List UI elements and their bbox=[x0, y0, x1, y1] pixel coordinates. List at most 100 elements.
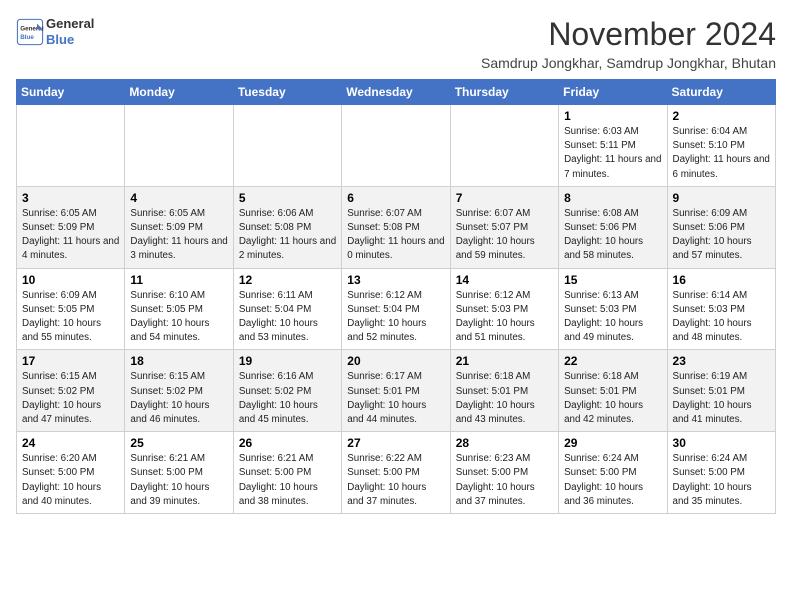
calendar-cell bbox=[450, 105, 558, 187]
day-info: Sunrise: 6:24 AM Sunset: 5:00 PM Dayligh… bbox=[564, 452, 661, 509]
day-info: Sunrise: 6:12 AM Sunset: 5:03 PM Dayligh… bbox=[456, 289, 553, 346]
day-number: 22 bbox=[564, 354, 661, 368]
calendar-cell bbox=[342, 105, 450, 187]
day-info: Sunrise: 6:21 AM Sunset: 5:00 PM Dayligh… bbox=[239, 452, 336, 509]
day-number: 28 bbox=[456, 436, 553, 450]
calendar-cell: 30 Sunrise: 6:24 AM Sunset: 5:00 PM Dayli… bbox=[667, 432, 775, 514]
calendar-cell bbox=[125, 105, 233, 187]
weekday-header: Friday bbox=[559, 80, 667, 105]
day-number: 18 bbox=[130, 354, 227, 368]
day-info: Sunrise: 6:15 AM Sunset: 5:02 PM Dayligh… bbox=[22, 370, 119, 427]
month-title: November 2024 bbox=[481, 16, 776, 53]
day-info: Sunrise: 6:23 AM Sunset: 5:00 PM Dayligh… bbox=[456, 452, 553, 509]
calendar-cell: 12Sunrise: 6:11 AM Sunset: 5:04 PM Dayli… bbox=[233, 268, 341, 350]
title-block: November 2024 Samdrup Jongkhar, Samdrup … bbox=[481, 16, 776, 71]
day-number: 7 bbox=[456, 191, 553, 205]
day-number: 26 bbox=[239, 436, 336, 450]
calendar-cell: 9Sunrise: 6:09 AM Sunset: 5:06 PM Daylig… bbox=[667, 186, 775, 268]
weekday-header: Tuesday bbox=[233, 80, 341, 105]
calendar-cell: 27Sunrise: 6:22 AM Sunset: 5:00 PM Dayli… bbox=[342, 432, 450, 514]
day-info: Sunrise: 6:06 AM Sunset: 5:08 PM Dayligh… bbox=[239, 207, 336, 264]
calendar-cell: 15Sunrise: 6:13 AM Sunset: 5:03 PM Dayli… bbox=[559, 268, 667, 350]
day-number: 10 bbox=[22, 273, 119, 287]
day-info: Sunrise: 6:15 AM Sunset: 5:02 PM Dayligh… bbox=[130, 370, 227, 427]
calendar-cell: 6 Sunrise: 6:07 AM Sunset: 5:08 PM Daylig… bbox=[342, 186, 450, 268]
calendar-cell: 13Sunrise: 6:12 AM Sunset: 5:04 PM Dayli… bbox=[342, 268, 450, 350]
calendar-cell: 20 Sunrise: 6:17 AM Sunset: 5:01 PM Dayli… bbox=[342, 350, 450, 432]
day-number: 8 bbox=[564, 191, 661, 205]
calendar-cell: 16 Sunrise: 6:14 AM Sunset: 5:03 PM Dayli… bbox=[667, 268, 775, 350]
logo: General Blue General Blue bbox=[16, 16, 94, 47]
day-info: Sunrise: 6:09 AM Sunset: 5:05 PM Dayligh… bbox=[22, 289, 119, 346]
calendar-week-row: 10 Sunrise: 6:09 AM Sunset: 5:05 PM Dayli… bbox=[17, 268, 776, 350]
day-number: 1 bbox=[564, 109, 661, 123]
calendar-cell: 2 Sunrise: 6:04 AM Sunset: 5:10 PM Daylig… bbox=[667, 105, 775, 187]
day-info: Sunrise: 6:17 AM Sunset: 5:01 PM Dayligh… bbox=[347, 370, 444, 427]
day-info: Sunrise: 6:18 AM Sunset: 5:01 PM Dayligh… bbox=[564, 370, 661, 427]
day-number: 17 bbox=[22, 354, 119, 368]
svg-text:Blue: Blue bbox=[20, 34, 34, 41]
day-number: 27 bbox=[347, 436, 444, 450]
day-number: 23 bbox=[673, 354, 770, 368]
day-number: 30 bbox=[673, 436, 770, 450]
day-info: Sunrise: 6:24 AM Sunset: 5:00 PM Dayligh… bbox=[673, 452, 770, 509]
calendar-cell bbox=[17, 105, 125, 187]
day-number: 24 bbox=[22, 436, 119, 450]
day-info: Sunrise: 6:16 AM Sunset: 5:02 PM Dayligh… bbox=[239, 370, 336, 427]
calendar-cell: 1 Sunrise: 6:03 AM Sunset: 5:11 PM Daylig… bbox=[559, 105, 667, 187]
day-info: Sunrise: 6:20 AM Sunset: 5:00 PM Dayligh… bbox=[22, 452, 119, 509]
calendar-table: SundayMondayTuesdayWednesdayThursdayFrid… bbox=[16, 79, 776, 514]
day-info: Sunrise: 6:08 AM Sunset: 5:06 PM Dayligh… bbox=[564, 207, 661, 264]
day-number: 19 bbox=[239, 354, 336, 368]
day-info: Sunrise: 6:03 AM Sunset: 5:11 PM Dayligh… bbox=[564, 125, 661, 182]
day-number: 2 bbox=[673, 109, 770, 123]
calendar-week-row: 3Sunrise: 6:05 AM Sunset: 5:09 PM Daylig… bbox=[17, 186, 776, 268]
day-info: Sunrise: 6:07 AM Sunset: 5:08 PM Dayligh… bbox=[347, 207, 444, 264]
calendar-cell: 5 Sunrise: 6:06 AM Sunset: 5:08 PM Daylig… bbox=[233, 186, 341, 268]
day-info: Sunrise: 6:18 AM Sunset: 5:01 PM Dayligh… bbox=[456, 370, 553, 427]
calendar-cell: 8 Sunrise: 6:08 AM Sunset: 5:06 PM Daylig… bbox=[559, 186, 667, 268]
calendar-cell: 22 Sunrise: 6:18 AM Sunset: 5:01 PM Dayli… bbox=[559, 350, 667, 432]
day-number: 6 bbox=[347, 191, 444, 205]
calendar-cell: 29 Sunrise: 6:24 AM Sunset: 5:00 PM Dayli… bbox=[559, 432, 667, 514]
page-header: General Blue General Blue November 2024 … bbox=[16, 16, 776, 71]
day-info: Sunrise: 6:05 AM Sunset: 5:09 PM Dayligh… bbox=[130, 207, 227, 264]
calendar-cell: 7Sunrise: 6:07 AM Sunset: 5:07 PM Daylig… bbox=[450, 186, 558, 268]
logo-icon: General Blue bbox=[16, 18, 44, 46]
calendar-cell: 24 Sunrise: 6:20 AM Sunset: 5:00 PM Dayli… bbox=[17, 432, 125, 514]
calendar-week-row: 24 Sunrise: 6:20 AM Sunset: 5:00 PM Dayli… bbox=[17, 432, 776, 514]
calendar-cell: 18 Sunrise: 6:15 AM Sunset: 5:02 PM Dayli… bbox=[125, 350, 233, 432]
day-info: Sunrise: 6:19 AM Sunset: 5:01 PM Dayligh… bbox=[673, 370, 770, 427]
day-number: 20 bbox=[347, 354, 444, 368]
calendar-cell: 28 Sunrise: 6:23 AM Sunset: 5:00 PM Dayli… bbox=[450, 432, 558, 514]
calendar-cell: 10 Sunrise: 6:09 AM Sunset: 5:05 PM Dayli… bbox=[17, 268, 125, 350]
logo-line1: General bbox=[46, 16, 94, 32]
calendar-cell: 21Sunrise: 6:18 AM Sunset: 5:01 PM Dayli… bbox=[450, 350, 558, 432]
weekday-header: Wednesday bbox=[342, 80, 450, 105]
calendar-week-row: 17 Sunrise: 6:15 AM Sunset: 5:02 PM Dayli… bbox=[17, 350, 776, 432]
calendar-cell: 19 Sunrise: 6:16 AM Sunset: 5:02 PM Dayli… bbox=[233, 350, 341, 432]
calendar-week-row: 1 Sunrise: 6:03 AM Sunset: 5:11 PM Daylig… bbox=[17, 105, 776, 187]
day-info: Sunrise: 6:21 AM Sunset: 5:00 PM Dayligh… bbox=[130, 452, 227, 509]
calendar-cell: 3Sunrise: 6:05 AM Sunset: 5:09 PM Daylig… bbox=[17, 186, 125, 268]
day-number: 29 bbox=[564, 436, 661, 450]
logo-line2: Blue bbox=[46, 32, 94, 48]
calendar-cell: 23 Sunrise: 6:19 AM Sunset: 5:01 PM Dayli… bbox=[667, 350, 775, 432]
weekday-header: Thursday bbox=[450, 80, 558, 105]
day-number: 25 bbox=[130, 436, 227, 450]
day-info: Sunrise: 6:04 AM Sunset: 5:10 PM Dayligh… bbox=[673, 125, 770, 182]
day-info: Sunrise: 6:13 AM Sunset: 5:03 PM Dayligh… bbox=[564, 289, 661, 346]
calendar-cell: 4Sunrise: 6:05 AM Sunset: 5:09 PM Daylig… bbox=[125, 186, 233, 268]
calendar-cell: 17 Sunrise: 6:15 AM Sunset: 5:02 PM Dayli… bbox=[17, 350, 125, 432]
weekday-header: Saturday bbox=[667, 80, 775, 105]
calendar-cell: 25 Sunrise: 6:21 AM Sunset: 5:00 PM Dayli… bbox=[125, 432, 233, 514]
calendar-header-row: SundayMondayTuesdayWednesdayThursdayFrid… bbox=[17, 80, 776, 105]
day-number: 5 bbox=[239, 191, 336, 205]
day-info: Sunrise: 6:05 AM Sunset: 5:09 PM Dayligh… bbox=[22, 207, 119, 264]
weekday-header: Monday bbox=[125, 80, 233, 105]
calendar-cell: 11Sunrise: 6:10 AM Sunset: 5:05 PM Dayli… bbox=[125, 268, 233, 350]
day-number: 12 bbox=[239, 273, 336, 287]
day-info: Sunrise: 6:09 AM Sunset: 5:06 PM Dayligh… bbox=[673, 207, 770, 264]
day-info: Sunrise: 6:14 AM Sunset: 5:03 PM Dayligh… bbox=[673, 289, 770, 346]
day-number: 16 bbox=[673, 273, 770, 287]
